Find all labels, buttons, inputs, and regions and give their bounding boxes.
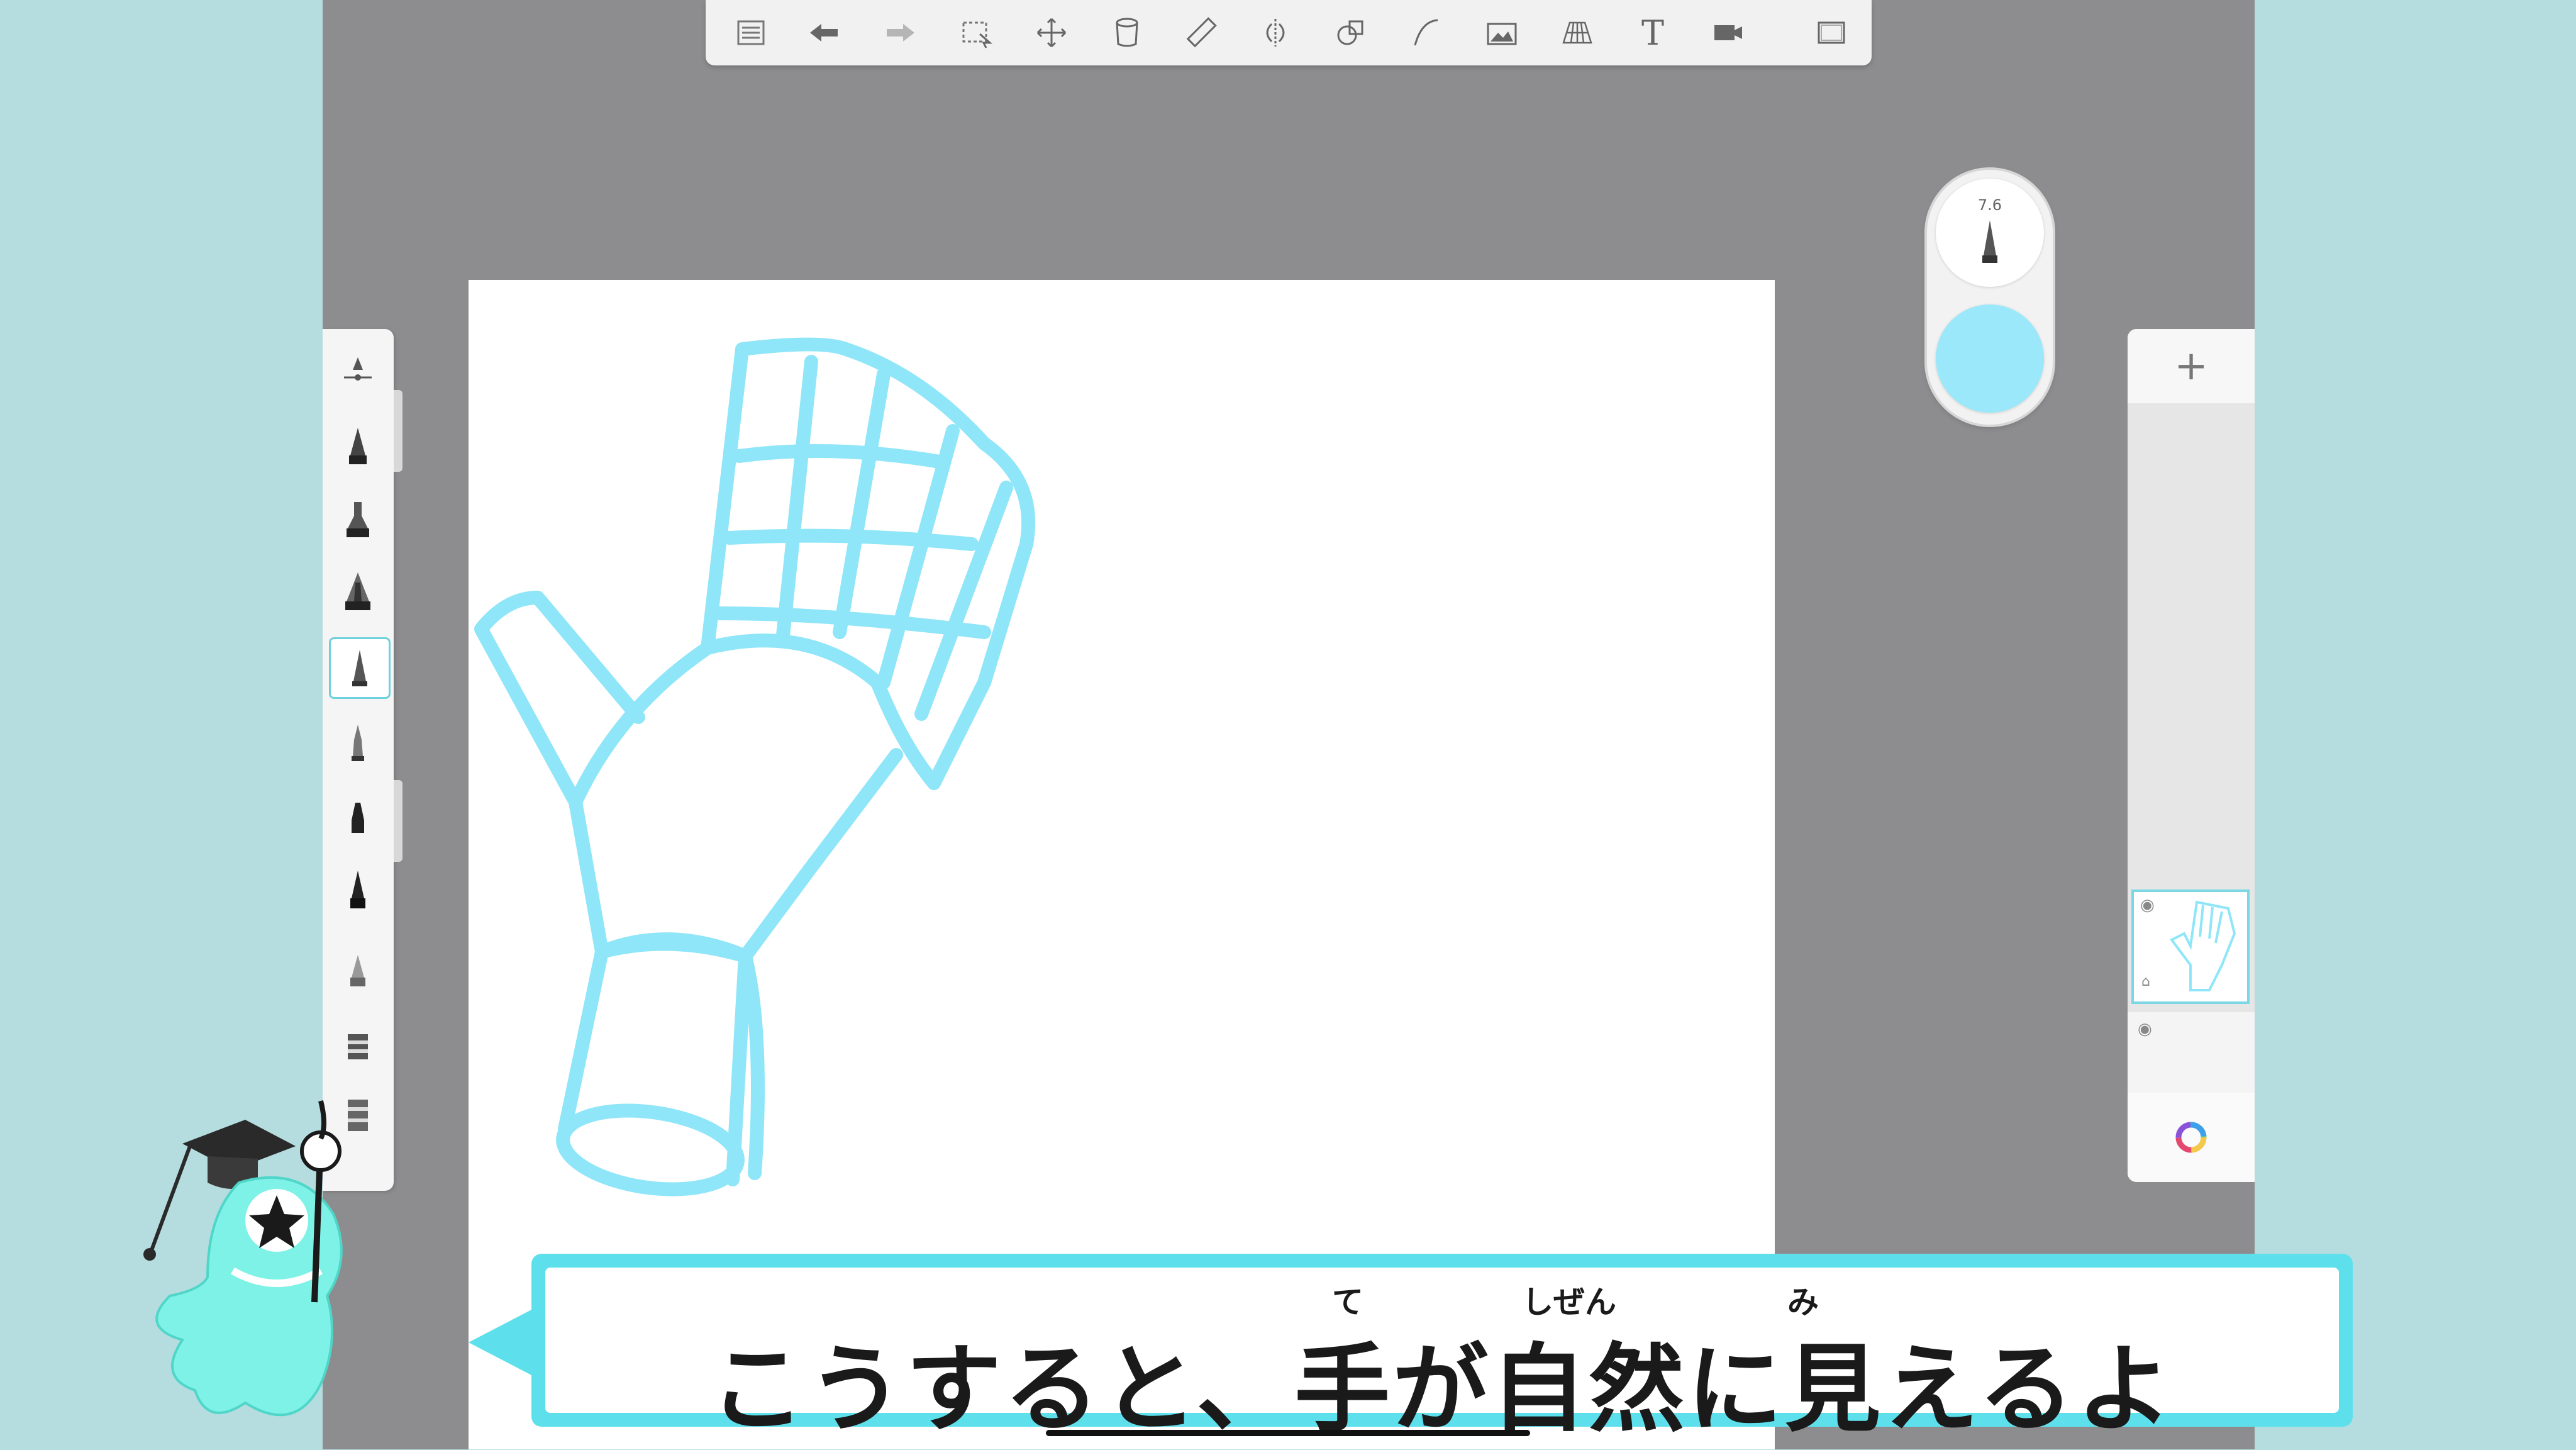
list-icon[interactable] — [732, 14, 770, 52]
color-swatch[interactable] — [1936, 304, 2044, 413]
color-wheel-icon — [2175, 1122, 2207, 1153]
ruler-icon[interactable] — [1182, 14, 1220, 52]
brush-pen-icon[interactable] — [329, 563, 387, 621]
lock-icon[interactable]: ⌂ — [2141, 974, 2150, 990]
perspective-icon[interactable] — [1558, 14, 1596, 52]
undo-icon[interactable] — [805, 14, 843, 52]
smudge-brush-icon[interactable] — [329, 1012, 387, 1070]
select-icon[interactable] — [957, 14, 995, 52]
curve-icon[interactable] — [1407, 14, 1445, 52]
image-icon[interactable] — [1483, 14, 1521, 52]
fill-icon[interactable] — [1108, 14, 1146, 52]
add-layer-button[interactable]: + — [2128, 329, 2255, 403]
furigana-te: て — [1332, 1284, 1363, 1320]
layer-thumbnail[interactable]: ◉ ⌂ — [2131, 890, 2250, 1004]
brush-size-value: 7.6 — [1977, 196, 2002, 214]
brush-puck[interactable]: 7.6 — [1927, 170, 2053, 425]
shape-icon[interactable] — [1332, 14, 1370, 52]
fullscreen-icon[interactable] — [1813, 14, 1850, 52]
brush-scroll-tab[interactable] — [394, 390, 402, 472]
text-icon[interactable]: T — [1634, 13, 1672, 53]
furigana-mi: み — [1787, 1284, 1819, 1320]
redo-icon[interactable] — [882, 14, 919, 52]
ballpoint-brush-icon[interactable] — [329, 637, 391, 699]
subtitle-text: こうすると、手が自然に見えるよ — [709, 1334, 2175, 1445]
background-layer[interactable]: ◉ — [2128, 1012, 2255, 1093]
eye-icon[interactable]: ◉ — [2140, 896, 2155, 915]
home-indicator — [1046, 1430, 1530, 1436]
move-icon[interactable] — [1033, 14, 1070, 52]
felt-pen-icon[interactable] — [329, 788, 387, 846]
tassel — [149, 1145, 192, 1253]
brush-settings-icon[interactable] — [329, 342, 387, 399]
brush-scroll-tab[interactable] — [394, 780, 402, 862]
ink-pen-icon[interactable] — [329, 861, 387, 919]
furigana-shizen: しぜん — [1522, 1284, 1616, 1320]
marker-brush-icon[interactable] — [329, 490, 387, 548]
pencil-brush-icon[interactable] — [329, 417, 387, 475]
subtitle-box: こうすると、手が自然に見えるよ — [545, 1268, 2339, 1445]
brush-tip-icon — [1982, 220, 1997, 263]
eye-icon[interactable]: ◉ — [2138, 1020, 2152, 1039]
speech-pointer — [469, 1310, 531, 1375]
subtitle-bar: こうすると、手が自然に見えるよ — [531, 1254, 2353, 1445]
fineliner-brush-icon[interactable] — [329, 714, 387, 772]
airbrush-icon[interactable] — [329, 939, 387, 997]
layer-panel: + ◉ ⌂ ◉ — [2128, 329, 2255, 1182]
brush-size-control[interactable]: 7.6 — [1936, 179, 2044, 287]
record-icon[interactable] — [1709, 14, 1747, 52]
symmetry-icon[interactable] — [1257, 14, 1294, 52]
layer-thumbnail-sketch — [2169, 900, 2236, 991]
top-toolbar: T — [706, 0, 1872, 65]
mascot-character — [143, 1100, 343, 1417]
app-screen: T 7.6 + ◉ ⌂ ◉ — [323, 0, 2255, 1449]
brush-palette — [323, 329, 394, 1191]
color-wheel-button[interactable] — [2128, 1093, 2255, 1182]
